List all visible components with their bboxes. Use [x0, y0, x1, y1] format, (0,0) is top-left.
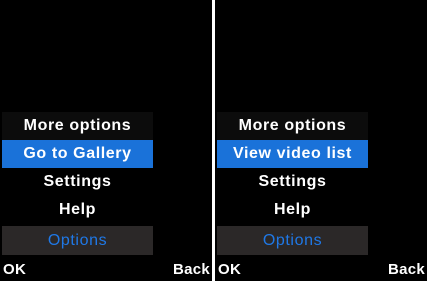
- menu-item-settings[interactable]: Settings: [217, 168, 368, 196]
- ok-softkey[interactable]: OK: [218, 261, 241, 279]
- options-softkey-bar[interactable]: Options: [2, 226, 153, 255]
- menu-item-go-to-gallery[interactable]: Go to Gallery: [2, 140, 153, 168]
- menu-item-help[interactable]: Help: [217, 196, 368, 224]
- menu-item-settings[interactable]: Settings: [2, 168, 153, 196]
- menu-title: More options: [217, 112, 368, 140]
- back-softkey[interactable]: Back: [173, 261, 210, 279]
- options-softkey-bar[interactable]: Options: [217, 226, 368, 255]
- ok-softkey[interactable]: OK: [3, 261, 26, 279]
- menu-item-help[interactable]: Help: [2, 196, 153, 224]
- more-options-menu: More options Go to Gallery Settings Help…: [2, 112, 153, 255]
- phone-screen-right: More options View video list Settings He…: [215, 0, 427, 281]
- phone-screen-left: More options Go to Gallery Settings Help…: [0, 0, 212, 281]
- menu-item-view-video-list[interactable]: View video list: [217, 140, 368, 168]
- menu-title: More options: [2, 112, 153, 140]
- more-options-menu: More options View video list Settings He…: [217, 112, 368, 255]
- back-softkey[interactable]: Back: [388, 261, 425, 279]
